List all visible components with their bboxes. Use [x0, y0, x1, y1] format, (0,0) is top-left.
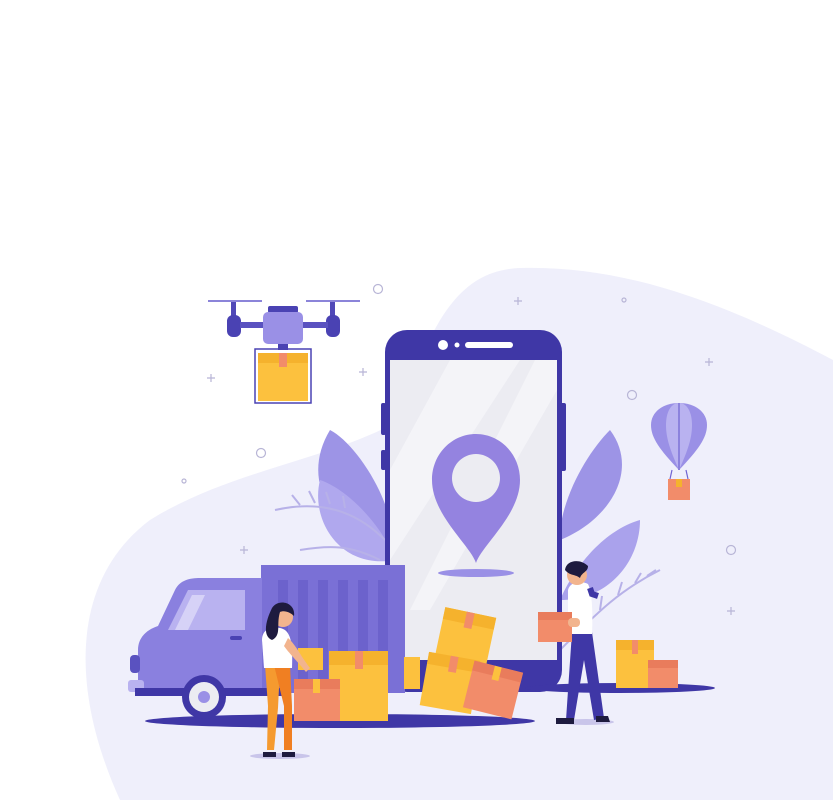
- delivery-illustration: [85, 267, 833, 800]
- drone-icon: [208, 300, 360, 350]
- parcel-icon: [254, 348, 312, 404]
